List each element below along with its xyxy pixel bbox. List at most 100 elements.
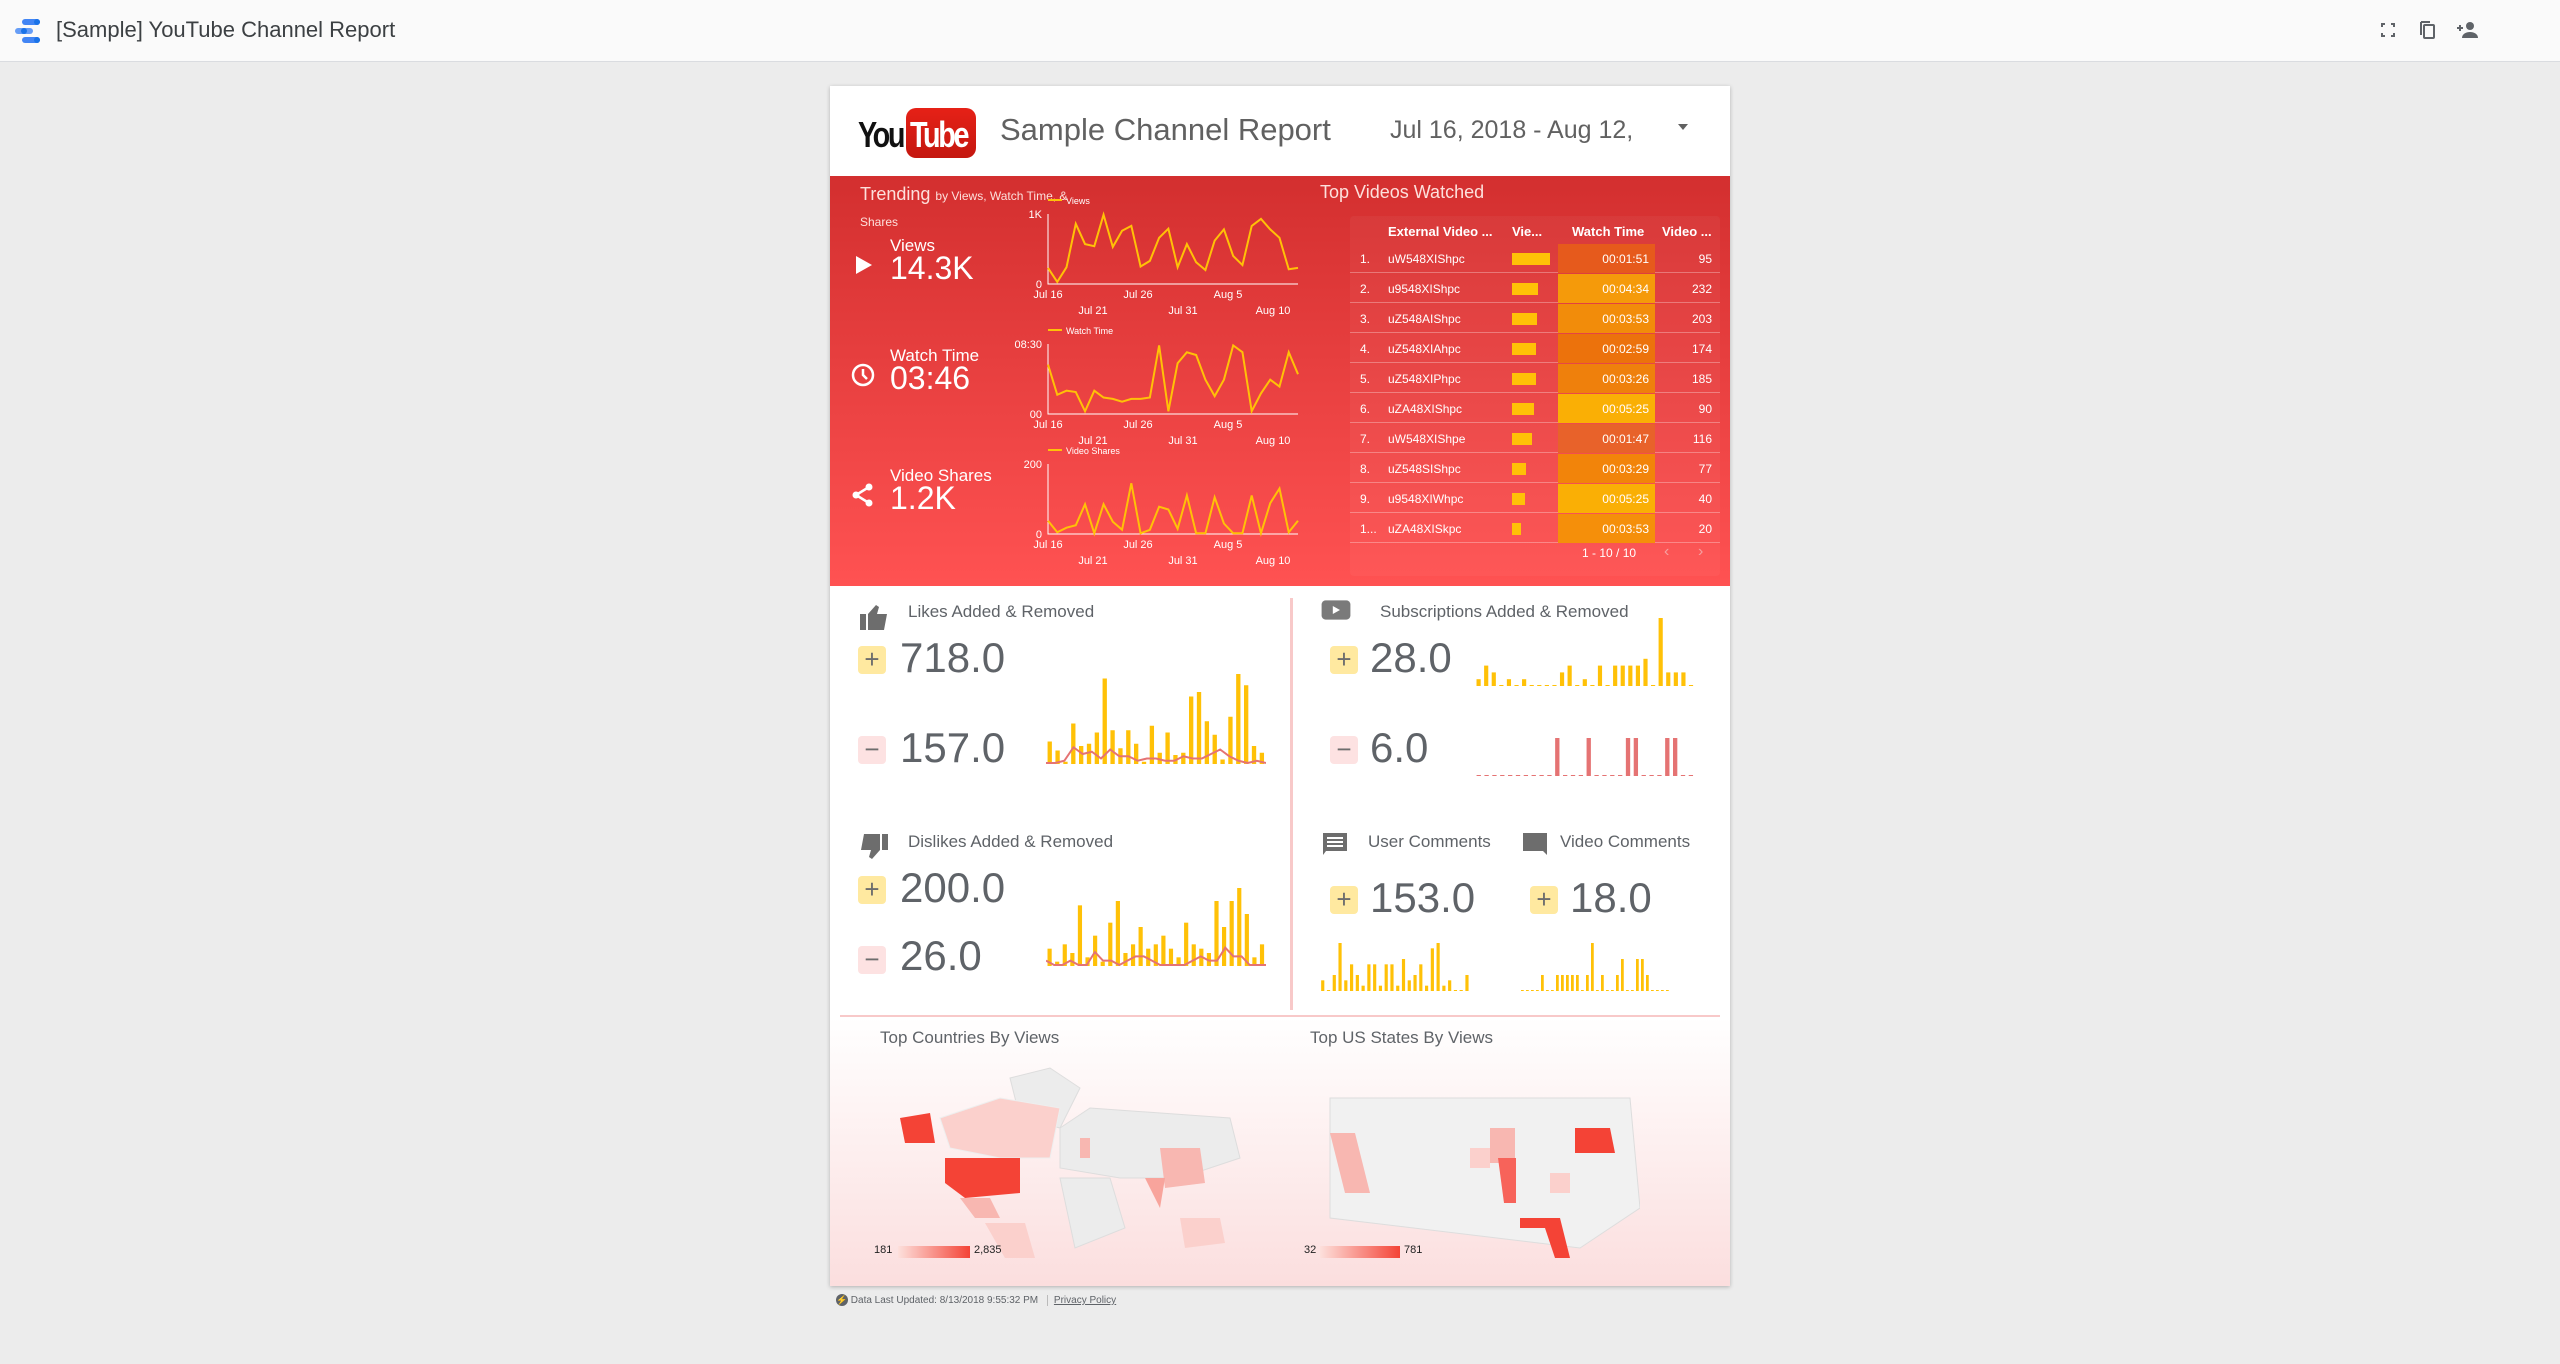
row-shares: 77 — [1698, 462, 1712, 476]
dislikes-title: Dislikes Added & Removed — [908, 832, 1114, 851]
countries-map-title: Top Countries By Views — [880, 1028, 1060, 1047]
x-tick-label: Aug 5 — [1214, 539, 1243, 551]
table-row[interactable]: 1. uW548XIShpc 00:01:51 95 — [1350, 244, 1720, 273]
bar — [1576, 975, 1579, 991]
bar — [1566, 975, 1569, 991]
dislikes-bar-chart — [1046, 888, 1266, 966]
table-row[interactable]: 5. uZ548XIPhpc 00:03:26 185 — [1350, 364, 1720, 393]
table-row[interactable]: 8. uZ548SIShpc 00:03:29 77 — [1350, 454, 1720, 483]
bar — [1515, 775, 1521, 776]
copy-icon[interactable] — [2415, 18, 2439, 42]
row-video-id: uZ548XIAhpc — [1388, 342, 1461, 356]
bar — [1657, 775, 1662, 776]
row-watch-time: 00:03:26 — [1558, 364, 1655, 393]
likes-bar-chart — [1046, 674, 1266, 764]
map-germany — [1080, 1138, 1090, 1158]
bar — [1547, 775, 1552, 776]
table-row[interactable]: 7. uW548XIShpe 00:01:47 116 — [1350, 424, 1720, 453]
add-person-icon[interactable] — [2455, 18, 2479, 42]
user-comments-value: 153.0 — [1370, 874, 1476, 921]
bar — [1522, 679, 1527, 686]
date-range-picker[interactable]: Jul 16, 2018 - Aug 12, — [1390, 116, 1633, 145]
col-watch-time[interactable]: Watch Time — [1572, 224, 1644, 239]
table-row[interactable]: 6. uZA48XIShpc 00:05:25 90 — [1350, 394, 1720, 423]
next-page-icon[interactable]: › — [1698, 543, 1703, 561]
bar — [1586, 975, 1589, 991]
bar — [1523, 775, 1529, 776]
bar — [1500, 775, 1505, 776]
minus-badge: − — [858, 736, 886, 764]
prev-page-icon[interactable]: ‹ — [1664, 543, 1669, 561]
col-external-video[interactable]: External Video ... — [1388, 224, 1493, 239]
bar — [1680, 775, 1686, 776]
row-watch-time: 00:04:34 — [1558, 274, 1655, 303]
bar — [1616, 975, 1619, 991]
table-row[interactable]: 4. uZ548XIAhpc 00:02:59 174 — [1350, 334, 1720, 363]
privacy-policy-link[interactable]: Privacy Policy — [1046, 1295, 1117, 1306]
row-rank: 3. — [1360, 312, 1371, 326]
bar — [1373, 964, 1377, 991]
bar — [1332, 975, 1336, 991]
world-map[interactable] — [890, 1058, 1250, 1258]
legend-min: 181 — [874, 1244, 893, 1256]
bar — [1610, 775, 1615, 776]
bar — [1141, 761, 1147, 764]
likes-removed-value: 157.0 — [900, 724, 1006, 771]
date-dropdown-caret-icon[interactable] — [1678, 124, 1688, 130]
bar — [1611, 990, 1614, 991]
bar — [1673, 672, 1678, 686]
row-shares: 20 — [1698, 522, 1712, 536]
footer: ⚡ Data Last Updated: 8/13/2018 9:55:32 P… — [836, 1294, 1117, 1306]
y-max-label: 200 — [1024, 459, 1042, 471]
legend-max: 781 — [1404, 1244, 1423, 1256]
bar — [1661, 990, 1664, 991]
legend-label: Watch Time — [1066, 326, 1113, 336]
bar — [1237, 888, 1242, 966]
bar — [1563, 775, 1568, 776]
bar — [1350, 964, 1354, 991]
logo-tube-text: Tube — [910, 114, 969, 155]
row-video-id: uZ548SIShpc — [1388, 462, 1461, 476]
fullscreen-icon[interactable] — [2376, 18, 2400, 42]
x-tick-label: Aug 5 — [1214, 419, 1243, 431]
bar — [1621, 959, 1624, 991]
map-usa — [945, 1158, 1020, 1198]
bar — [1529, 685, 1534, 686]
bar — [1688, 685, 1694, 686]
legend-min: 32 — [1304, 1244, 1317, 1256]
data-studio-logo-icon — [15, 19, 40, 43]
views-bar — [1512, 343, 1537, 355]
bar — [1586, 738, 1591, 776]
row-watch-time: 00:03:53 — [1558, 304, 1655, 333]
map-australia — [1180, 1218, 1225, 1248]
col-video-shares[interactable]: Video ... — [1662, 224, 1712, 239]
row-rank: 9. — [1360, 492, 1371, 506]
bar — [1484, 665, 1489, 686]
row-video-id: uW548XIShpe — [1388, 432, 1466, 446]
row-rank: 5. — [1360, 372, 1371, 386]
bar — [1531, 775, 1536, 776]
bar — [1161, 935, 1166, 966]
bar — [1651, 685, 1656, 686]
col-views[interactable]: Vie... — [1512, 224, 1542, 239]
bar — [1633, 738, 1639, 776]
bar — [1656, 990, 1659, 991]
bar — [1681, 672, 1686, 686]
table-row[interactable]: 1... uZA48XISkpc 00:03:53 20 — [1350, 514, 1720, 543]
video-comments-value: 18.0 — [1570, 874, 1652, 921]
x-tick-label: Jul 16 — [1033, 419, 1062, 431]
lightning-icon: ⚡ — [836, 1294, 848, 1306]
bar — [1094, 732, 1100, 764]
series-line — [1047, 343, 1299, 415]
table-row[interactable]: 3. uZ548AIShpc 00:03:53 203 — [1350, 304, 1720, 333]
user-comments-bar-chart — [1321, 943, 1469, 991]
bar — [1606, 990, 1609, 991]
top-videos-title: Top Videos Watched — [1320, 182, 1485, 202]
us-states-map[interactable] — [1320, 1078, 1640, 1258]
plus-badge: + — [858, 646, 886, 674]
table-row[interactable]: 9. u9548XIWhpc 00:05:25 40 — [1350, 484, 1720, 513]
bar — [1491, 672, 1496, 686]
table-row[interactable]: 2. u9548XIShpc 00:04:34 232 — [1350, 274, 1720, 303]
row-shares: 116 — [1692, 432, 1712, 446]
bar — [1539, 775, 1544, 776]
